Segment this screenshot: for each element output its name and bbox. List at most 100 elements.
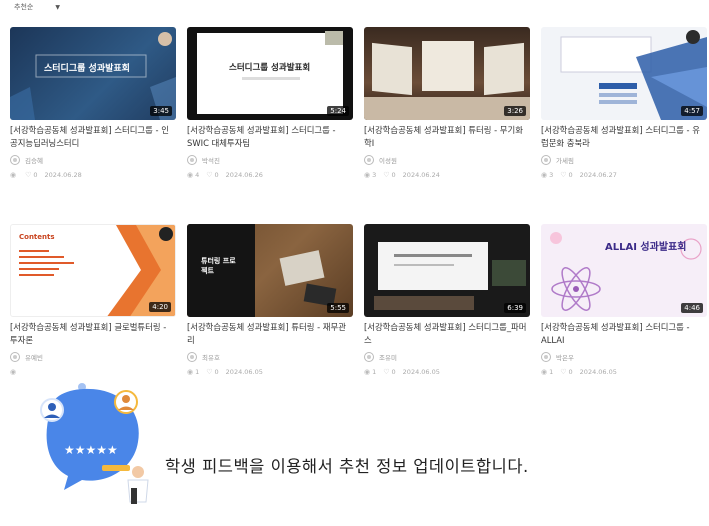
upload-date: 2024.06.05	[579, 368, 617, 376]
avatar-icon	[541, 352, 551, 362]
video-thumbnail[interactable]: 튜터링 프로젝트 5:55	[187, 224, 353, 317]
duration-badge: 5:24	[327, 106, 349, 116]
slide-line	[394, 264, 454, 266]
view-count-value: 3	[549, 171, 554, 179]
thumbnail-text: 스터디그룹 성과발표회	[229, 63, 311, 73]
slide-frame	[197, 33, 343, 114]
video-title[interactable]: [서강학습공동체 성과발표회] 스터디그룹_파머스	[364, 321, 530, 347]
video-card[interactable]: 스터디그룹 성과발표회 5:24 [서강학습공동체 성과발표회] 스터디그룹 -…	[187, 27, 353, 224]
like-count: ♡ 0	[206, 368, 218, 376]
video-stats: ◉ ♡ 0 2024.06.28	[10, 171, 176, 179]
feedback-illustration: ★★★★★	[40, 383, 149, 504]
heart-icon: ♡	[560, 171, 567, 179]
avatar-icon	[10, 155, 20, 165]
video-stats: ◉	[10, 368, 176, 376]
thumbnail-text: Contents	[19, 233, 55, 241]
avatar-icon	[364, 352, 374, 362]
author: 가세림	[541, 155, 707, 165]
sort-dropdown[interactable]: 추천순 ▼	[14, 2, 60, 12]
video-thumbnail[interactable]: ALLAI 성과발표회 4:46	[541, 224, 707, 317]
avatar-icon	[541, 155, 551, 165]
like-count-value: 0	[568, 368, 573, 376]
thumbnail-text: 스터디그룹 성과발표회	[44, 64, 130, 74]
duration-badge: 6:39	[504, 303, 526, 313]
video-thumbnail[interactable]: 6:39	[364, 224, 530, 317]
slide-line	[394, 254, 472, 257]
screen-center	[422, 41, 474, 91]
video-title[interactable]: [서강학습공동체 성과발표회] 글로벌튜터링 - 투자론	[10, 321, 176, 347]
author: 유예빈	[10, 352, 176, 362]
video-card[interactable]: 6:39 [서강학습공동체 성과발표회] 스터디그룹_파머스 조유미 ◉ 1 ♡ 0…	[364, 224, 530, 421]
author: 박석진	[187, 155, 353, 165]
duration-badge: 3:45	[150, 106, 172, 116]
eye-icon: ◉	[364, 368, 371, 376]
screen-left	[372, 42, 412, 96]
slide-frame	[378, 242, 488, 290]
view-count-value: 1	[549, 368, 554, 376]
video-stats: ◉ 1 ♡ 0 2024.06.05	[541, 368, 707, 376]
video-thumbnail[interactable]: 3:26	[364, 27, 530, 120]
like-count: ♡ 0	[383, 171, 395, 179]
thumbnail-text: 튜터링 프로젝트	[201, 257, 236, 275]
video-title[interactable]: [서강학습공동체 성과발표회] 스터디그룹 - SWIC 대체투자팀	[187, 124, 353, 150]
avatar-icon	[364, 155, 374, 165]
video-title[interactable]: [서강학습공동체 성과발표회] 스터디그룹 - 인공지능딥러닝스터디	[10, 124, 176, 150]
slide-subtitle-line	[242, 77, 300, 80]
duration-badge: 4:57	[681, 106, 703, 116]
author: 박은우	[541, 352, 707, 362]
video-title[interactable]: [서강학습공동체 성과발표회] 스터디그룹 - ALLAI	[541, 321, 707, 347]
heart-icon: ♡	[560, 368, 567, 376]
video-stats: ◉ 1 ♡ 0 2024.06.05	[187, 368, 353, 376]
view-count: ◉	[10, 368, 18, 376]
video-card[interactable]: 4:57 [서강학습공동체 성과발표회] 스터디그룹 - 유럽문화 충북라 가세…	[541, 27, 707, 224]
like-count-value: 0	[214, 368, 219, 376]
video-card[interactable]: 3:26 [서강학습공동체 성과발표회] 튜터링 - 무기화학I 이성원 ◉ 3 …	[364, 27, 530, 224]
like-count: ♡ 0	[206, 171, 218, 179]
duration-badge: 3:26	[504, 106, 526, 116]
like-count: ♡ 0	[383, 368, 395, 376]
like-count-value: 0	[391, 368, 396, 376]
video-title[interactable]: [서강학습공동체 성과발표회] 튜터링 - 무기화학I	[364, 124, 530, 150]
upload-date: 2024.06.05	[225, 368, 263, 376]
upload-date: 2024.06.27	[579, 171, 617, 179]
author-name: 가세림	[556, 157, 574, 165]
like-count: ♡ 0	[560, 368, 572, 376]
video-thumbnail[interactable]: 스터디그룹 성과발표회 5:24	[187, 27, 353, 120]
heart-icon: ♡	[383, 368, 390, 376]
video-thumbnail[interactable]: Contents 4:20	[10, 224, 176, 317]
feedback-message: 학생 피드백을 이용해서 추천 정보 업데이트합니다.	[165, 457, 529, 476]
author: 최유호	[187, 352, 353, 362]
video-title[interactable]: [서강학습공동체 성과발표회] 스터디그룹 - 유럽문화 충북라	[541, 124, 707, 150]
video-stats: ◉ 1 ♡ 0 2024.06.05	[364, 368, 530, 376]
svg-text:★★★★★: ★★★★★	[64, 443, 118, 457]
presenter-cam	[325, 31, 343, 45]
view-count: ◉ 1	[364, 368, 376, 376]
view-count-value: 1	[372, 368, 377, 376]
upload-date: 2024.06.24	[402, 171, 440, 179]
video-card[interactable]: 튜터링 프로젝트 5:55 [서강학습공동체 성과발표회] 튜터링 - 재무관리…	[187, 224, 353, 421]
screen-right	[484, 42, 524, 96]
video-stats: ◉ 4 ♡ 0 2024.06.26	[187, 171, 353, 179]
duration-badge: 5:55	[327, 303, 349, 313]
author-name: 최유호	[202, 354, 220, 362]
video-title[interactable]: [서강학습공동체 성과발표회] 튜터링 - 재무관리	[187, 321, 353, 347]
presenter-cam	[492, 260, 526, 286]
heart-icon: ♡	[206, 368, 213, 376]
avatar-icon	[10, 352, 20, 362]
like-count-value: 0	[214, 171, 219, 179]
eye-icon: ◉	[364, 171, 371, 179]
author-name: 박석진	[202, 157, 220, 165]
eye-icon: ◉	[10, 171, 17, 179]
author: 김승혜	[10, 155, 176, 165]
author-name: 이성원	[379, 157, 397, 165]
author: 이성원	[364, 155, 530, 165]
video-card[interactable]: ALLAI 성과발표회 4:46 [서강학습공동체 성과발표회] 스터디그룹 -…	[541, 224, 707, 421]
upload-date: 2024.06.26	[225, 171, 263, 179]
chevron-down-icon: ▼	[55, 3, 60, 11]
video-thumbnail[interactable]: 스터디그룹 성과발표회 3:45	[10, 27, 176, 120]
video-thumbnail[interactable]: 4:57	[541, 27, 707, 120]
like-count-value: 0	[33, 171, 38, 179]
video-card[interactable]: 스터디그룹 성과발표회 3:45 [서강학습공동체 성과발표회] 스터디그룹 -…	[10, 27, 176, 224]
eye-icon: ◉	[541, 368, 548, 376]
author-name: 조유미	[379, 354, 397, 362]
